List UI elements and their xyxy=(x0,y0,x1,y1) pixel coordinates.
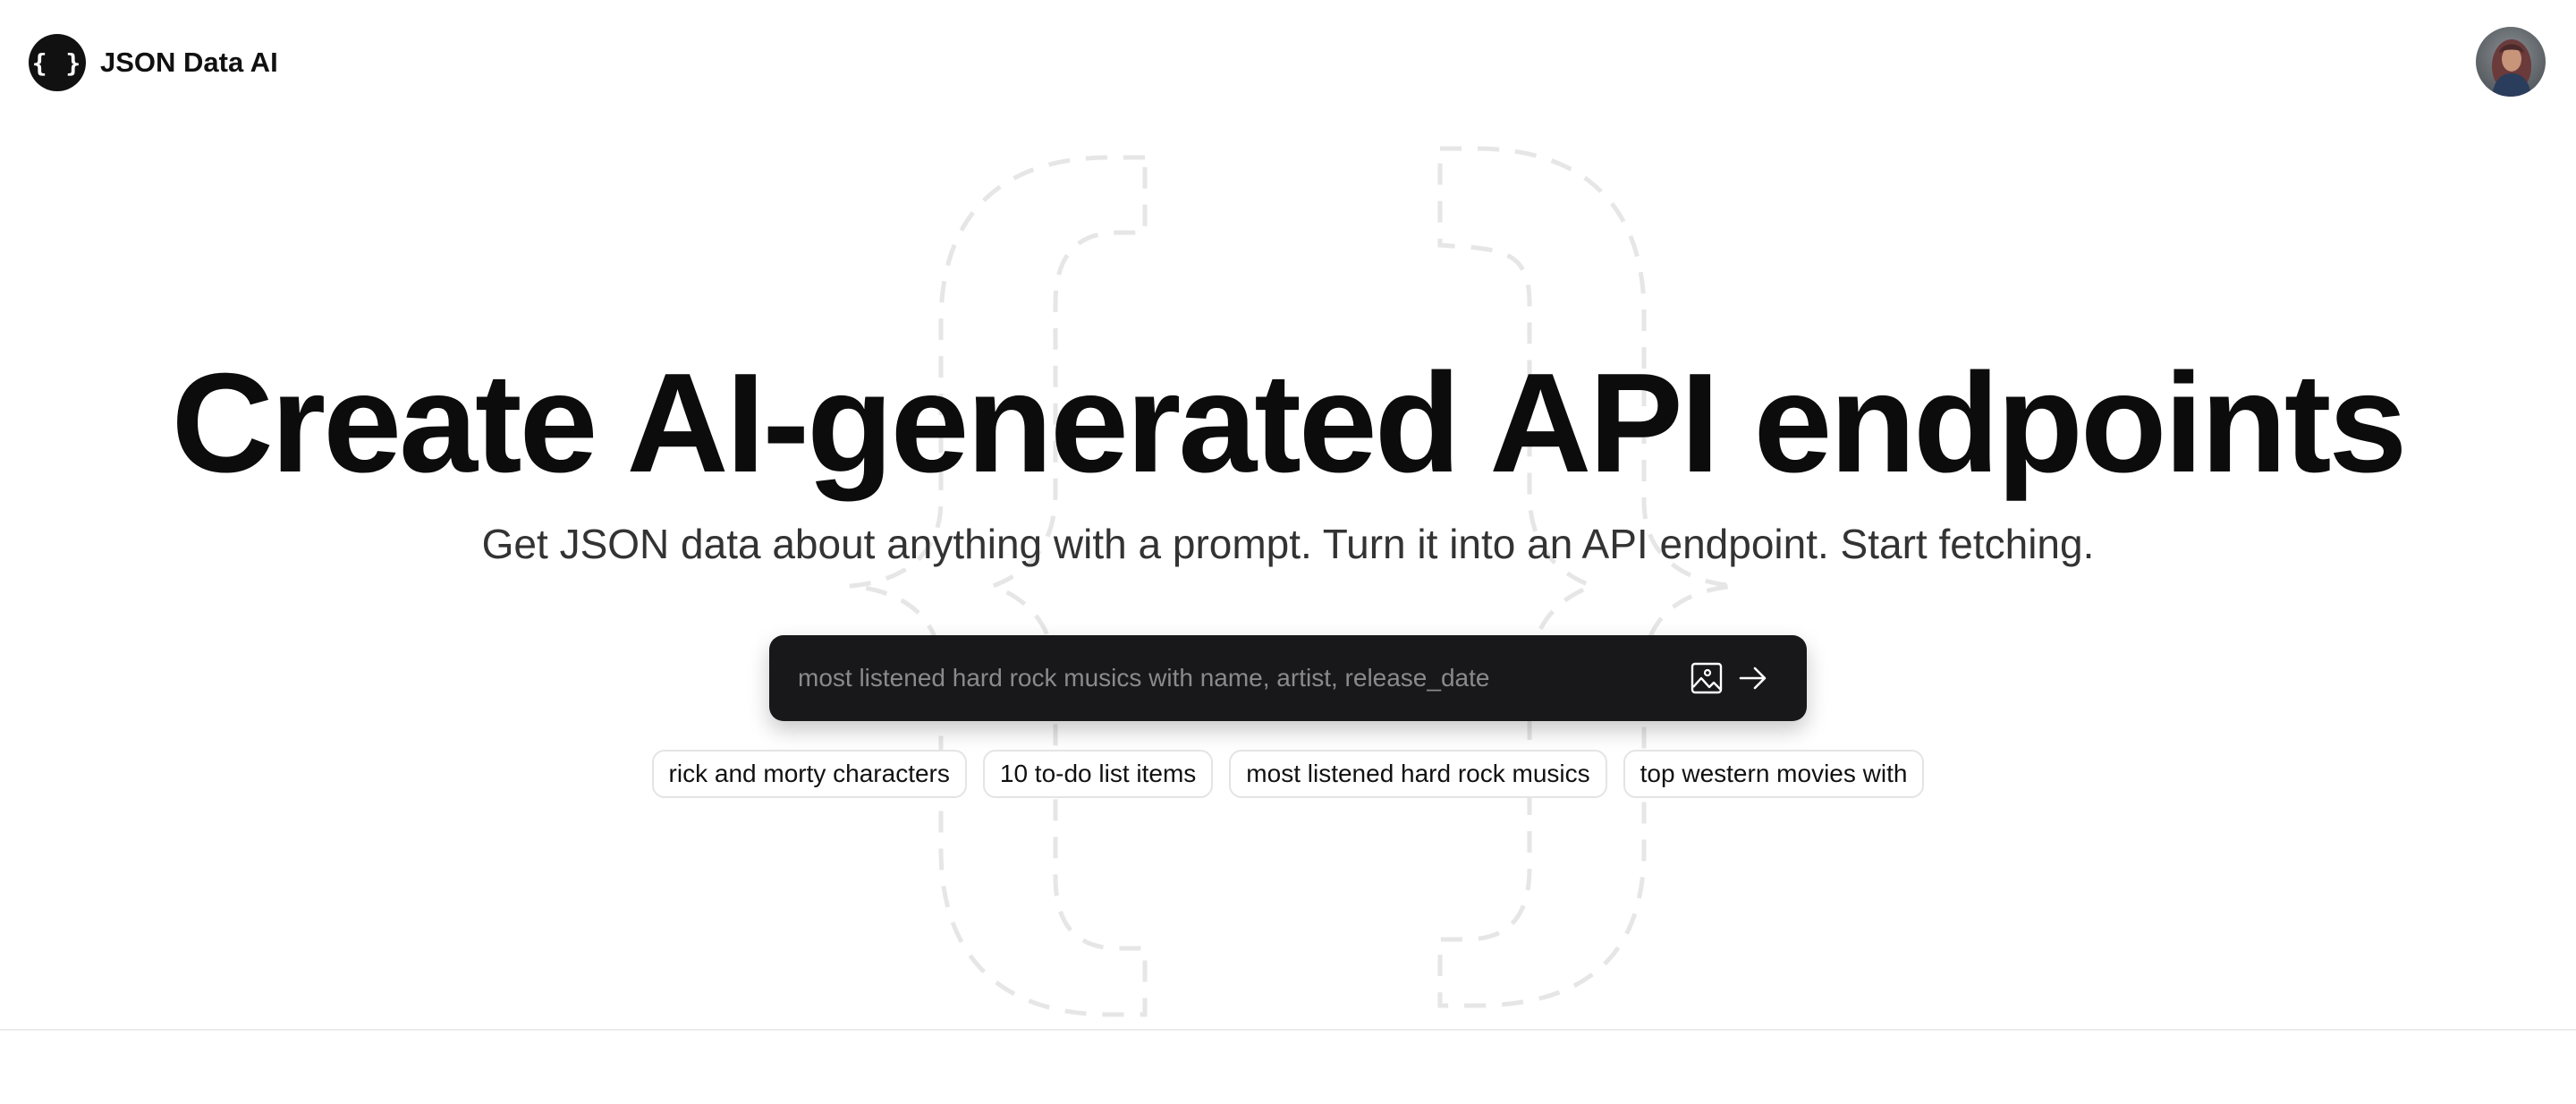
prompt-input[interactable] xyxy=(798,635,1496,721)
avatar-icon xyxy=(2476,27,2546,97)
arrow-right-icon xyxy=(1739,667,1767,690)
page: { } JSON Data AI Create AI-generated API… xyxy=(0,0,2576,1104)
braces-logo-icon: { } xyxy=(29,34,86,91)
hero-subtitle: Get JSON data about anything with a prom… xyxy=(481,521,2095,567)
image-icon xyxy=(1690,662,1723,694)
suggestion-chips: rick and morty characters 10 to-do list … xyxy=(0,750,2576,798)
submit-button[interactable] xyxy=(1732,657,1775,700)
prompt-bar xyxy=(769,635,1807,721)
section-divider xyxy=(0,1029,2576,1031)
hero-title: Create AI-generated API endpoints xyxy=(171,344,2408,502)
suggestion-chip[interactable]: 10 to-do list items xyxy=(982,750,1214,798)
brand-name: JSON Data AI xyxy=(100,47,278,78)
brand-link[interactable]: { } JSON Data AI xyxy=(29,34,278,91)
user-avatar-button[interactable] xyxy=(2476,27,2546,97)
suggestion-chip[interactable]: most listened hard rock musics xyxy=(1229,750,1607,798)
suggestion-chip[interactable]: top western movies with xyxy=(1623,750,1925,798)
top-header: { } JSON Data AI xyxy=(0,0,2576,125)
image-upload-button[interactable] xyxy=(1685,657,1728,700)
suggestion-chip[interactable]: rick and morty characters xyxy=(651,750,967,798)
